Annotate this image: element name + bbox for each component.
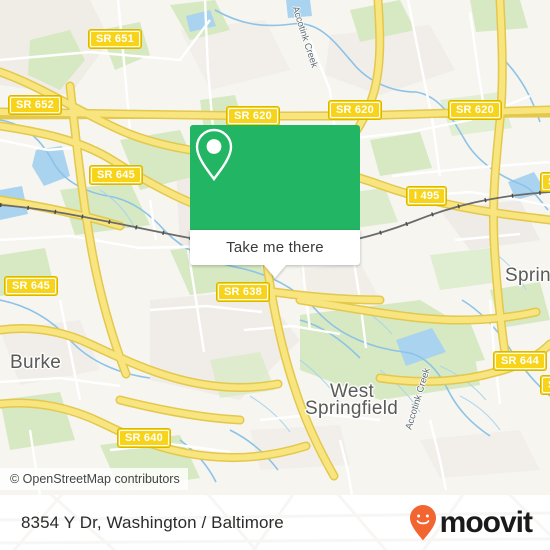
footer-bar: 8354 Y Dr, Washington / Baltimore moovit	[0, 495, 550, 550]
address-text: 8354 Y Dr, Washington / Baltimore	[21, 512, 284, 532]
popup-action-bar[interactable]: Take me there	[190, 230, 360, 265]
popup-pointer	[264, 265, 286, 278]
map-canvas[interactable]: Burke West Springfield Spring Accotink C…	[0, 0, 550, 495]
moovit-pin-icon	[409, 504, 436, 540]
popup-icon-area	[190, 125, 360, 230]
osm-attribution[interactable]: © OpenStreetMap contributors	[0, 468, 188, 490]
moovit-logo[interactable]: moovit	[408, 504, 533, 542]
map-screenshot: Burke West Springfield Spring Accotink C…	[0, 0, 550, 550]
location-popup[interactable]: Take me there	[190, 125, 360, 278]
map-pin-icon	[195, 128, 233, 182]
take-me-there-label: Take me there	[226, 239, 324, 256]
moovit-wordmark: moovit	[439, 505, 533, 539]
